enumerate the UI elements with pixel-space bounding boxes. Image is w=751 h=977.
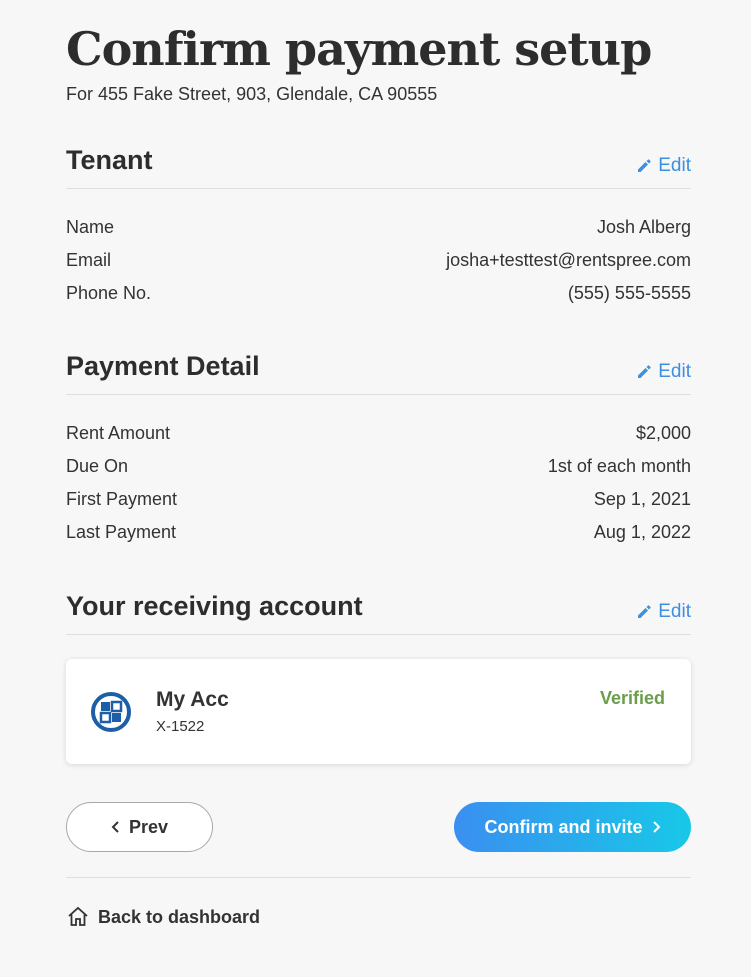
row-label: Last Payment: [66, 522, 177, 542]
tenant-section-title: Tenant: [66, 145, 153, 175]
page-subtitle: For 455 Fake Street, 903, Glendale, CA 9…: [66, 84, 438, 104]
row-label: Name: [66, 217, 115, 237]
account-number: X-1522: [156, 718, 205, 735]
account-edit-link[interactable]: Edit: [636, 601, 691, 623]
chevron-right-icon: [652, 821, 660, 833]
account-card[interactable]: My Acc X-1522 Verified: [66, 659, 691, 764]
row-label: Email: [66, 250, 112, 270]
tenant-row-email: Email josha+testtest@rentspree.com: [66, 244, 691, 277]
confirm-label: Confirm and invite: [484, 816, 643, 837]
payment-rows: Rent Amount $2,000 Due On 1st of each mo…: [66, 417, 691, 549]
payment-section-header: Payment Detail Edit: [66, 351, 691, 395]
back-label: Back to dashboard: [98, 906, 261, 927]
chevron-left-icon: [111, 821, 119, 833]
bottom-divider: [66, 877, 691, 878]
prev-label: Prev: [128, 816, 169, 837]
row-value: josha+testtest@rentspree.com: [446, 250, 691, 270]
account-section-header: Your receiving account Edit: [66, 591, 691, 635]
tenant-row-name: Name Josh Alberg: [66, 211, 691, 244]
home-icon: [68, 906, 88, 926]
row-value: $2,000: [635, 423, 691, 443]
page-title: Confirm payment setup: [66, 22, 652, 76]
pencil-icon: [638, 605, 651, 618]
confirm-and-invite-button[interactable]: Confirm and invite: [454, 802, 691, 852]
tenant-section-header: Tenant Edit: [66, 145, 691, 189]
pencil-icon: [638, 365, 651, 378]
tenant-edit-label: Edit: [658, 155, 691, 176]
payment-edit-label: Edit: [658, 361, 691, 382]
tenant-edit-link[interactable]: Edit: [636, 155, 691, 177]
row-value: 1st of each month: [547, 456, 691, 476]
row-label: Phone No.: [66, 283, 152, 303]
payment-row-rent: Rent Amount $2,000: [66, 417, 691, 450]
page: Confirm payment setup For 455 Fake Stree…: [0, 0, 751, 977]
payment-edit-link[interactable]: Edit: [636, 361, 691, 383]
verified-badge: Verified: [599, 688, 665, 708]
payment-row-due: Due On 1st of each month: [66, 450, 691, 483]
payment-row-last: Last Payment Aug 1, 2022: [66, 516, 691, 549]
bank-logo-icon: [91, 692, 131, 732]
row-value: Josh Alberg: [596, 217, 691, 237]
row-label: First Payment: [66, 489, 178, 509]
account-name: My Acc: [156, 688, 229, 711]
payment-section-title: Payment Detail: [66, 351, 260, 381]
tenant-row-phone: Phone No. (555) 555-5555: [66, 277, 691, 310]
row-value: (555) 555-5555: [567, 283, 691, 303]
account-edit-label: Edit: [658, 601, 691, 622]
row-label: Rent Amount: [66, 423, 171, 443]
prev-button[interactable]: Prev: [66, 802, 213, 852]
row-value: Aug 1, 2022: [593, 522, 691, 542]
pencil-icon: [638, 159, 651, 172]
tenant-rows: Name Josh Alberg Email josha+testtest@re…: [66, 211, 691, 310]
row-label: Due On: [66, 456, 129, 476]
payment-row-first: First Payment Sep 1, 2021: [66, 483, 691, 516]
back-to-dashboard-link[interactable]: Back to dashboard: [66, 905, 260, 929]
account-section-title: Your receiving account: [66, 591, 363, 621]
row-value: Sep 1, 2021: [593, 489, 691, 509]
